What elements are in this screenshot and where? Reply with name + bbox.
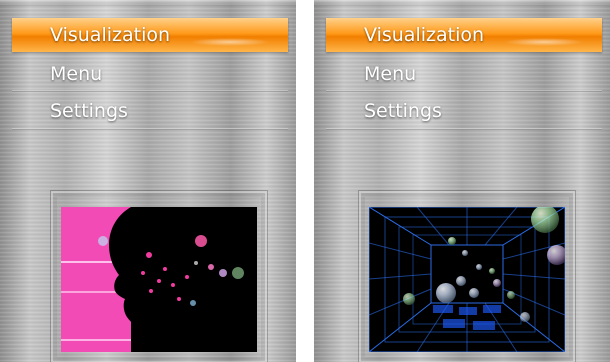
- menu-item-settings[interactable]: Settings: [326, 94, 602, 128]
- visualization-preview-frame: [358, 190, 576, 362]
- left-menu-panel: Visualization Menu Settings: [0, 0, 296, 362]
- visualization-preview: [369, 207, 565, 352]
- menu-item-label: Menu: [364, 63, 417, 85]
- menu-item-label: Menu: [50, 63, 103, 85]
- visualization-preview: [61, 207, 257, 352]
- menu-item-label: Settings: [364, 100, 442, 122]
- menu-item-label: Settings: [50, 100, 128, 122]
- menu-item-label: Visualization: [364, 24, 485, 46]
- menu-item-menu[interactable]: Menu: [326, 57, 602, 91]
- right-menu-panel: Visualization Menu Settings: [314, 0, 610, 362]
- menu-item-menu[interactable]: Menu: [12, 57, 288, 91]
- menu-separator: [12, 128, 288, 130]
- menu-item-settings[interactable]: Settings: [12, 94, 288, 128]
- menu-item-visualization[interactable]: Visualization: [326, 18, 602, 52]
- menu-separator: [326, 128, 602, 130]
- menu-item-visualization[interactable]: Visualization: [12, 18, 288, 52]
- panel-top-highlight: [0, 0, 296, 6]
- panel-top-highlight: [314, 0, 610, 6]
- menu-item-label: Visualization: [50, 24, 171, 46]
- visualization-preview-frame: [50, 190, 268, 362]
